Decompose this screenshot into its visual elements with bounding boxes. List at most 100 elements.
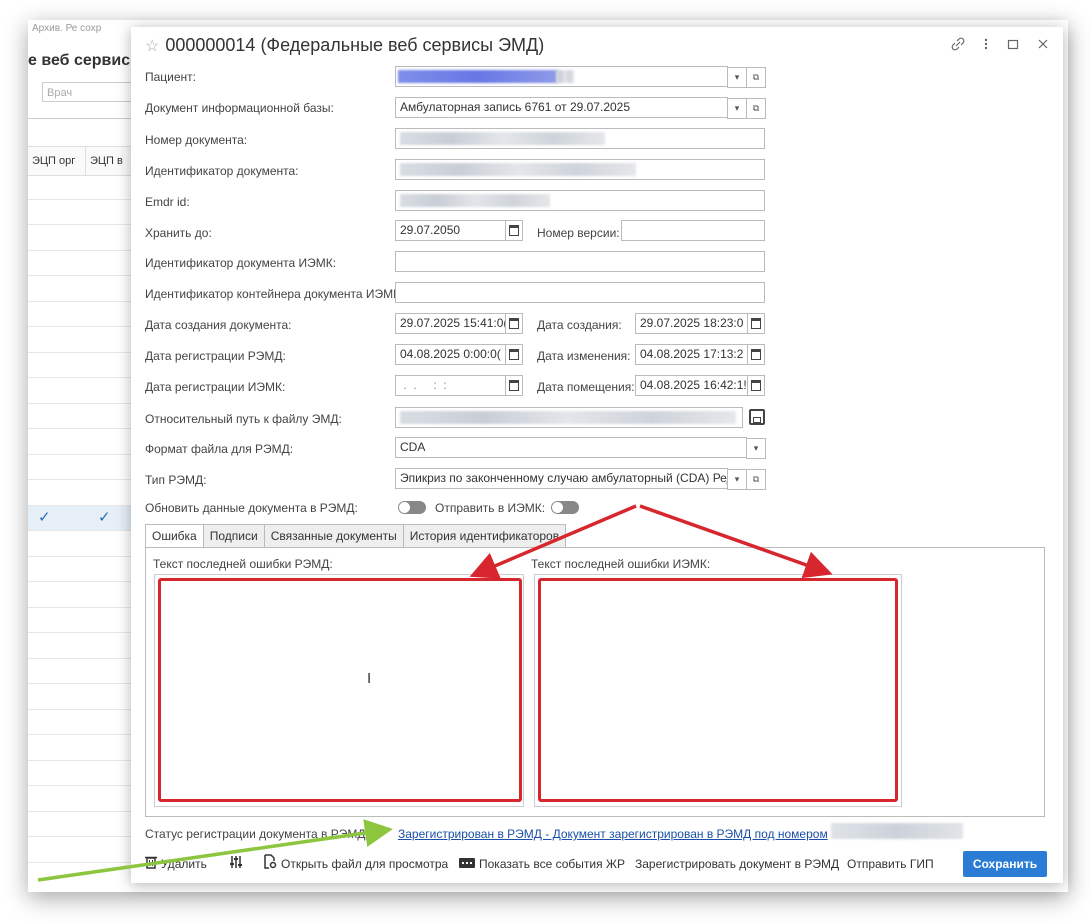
patient-field[interactable]	[395, 66, 728, 87]
table-row[interactable]	[28, 327, 132, 353]
path-field[interactable]	[395, 407, 743, 428]
table-row[interactable]	[28, 684, 132, 710]
calendar-icon[interactable]	[505, 221, 522, 240]
update-remd-toggle[interactable]	[398, 501, 426, 514]
type-field[interactable]: Эпикриз по законченному случаю амбулатор…	[395, 468, 728, 489]
delete-button[interactable]: Удалить	[145, 851, 207, 877]
tab-identifier-history[interactable]: История идентификаторов	[402, 524, 567, 547]
table-row[interactable]	[28, 302, 132, 327]
creation-date-field[interactable]: 29.07.2025 18:23:0	[635, 313, 765, 334]
doc-id-field[interactable]	[395, 159, 765, 180]
base-doc-dropdown-button[interactable]: ▾	[727, 98, 747, 119]
table-row[interactable]	[28, 174, 132, 200]
more-icon[interactable]	[983, 37, 989, 54]
update-remd-label: Обновить данные документа в РЭМД:	[145, 501, 358, 515]
remd-reg-field[interactable]: 04.08.2025 0:00:0(	[395, 344, 523, 365]
calendar-icon[interactable]	[747, 376, 764, 395]
iemk-reg-value: . . : :	[400, 378, 447, 392]
open-file-button[interactable]: Открыть файл для просмотра	[263, 851, 448, 877]
table-row[interactable]	[28, 531, 132, 557]
table-row[interactable]	[28, 608, 132, 633]
send-iemk-toggle[interactable]	[551, 501, 579, 514]
version-field[interactable]	[621, 220, 765, 241]
register-remd-button[interactable]: Зарегистрировать документ в РЭМД	[635, 851, 839, 877]
patient-dropdown-button[interactable]: ▾	[727, 67, 747, 88]
status-link[interactable]: Зарегистрирован в РЭМД - Документ зареги…	[398, 827, 828, 841]
placed-field[interactable]: 04.08.2025 16:42:1!	[635, 375, 765, 396]
table-row[interactable]	[28, 786, 132, 812]
table-row[interactable]	[28, 582, 132, 608]
column-header-doc-signature[interactable]: ЭЦП в	[86, 147, 132, 175]
calendar-icon[interactable]	[747, 345, 764, 364]
table-row[interactable]	[28, 378, 132, 404]
iemk-container-field[interactable]	[395, 282, 765, 303]
placed-value: 04.08.2025 16:42:1!	[640, 378, 747, 392]
doc-number-field[interactable]	[395, 128, 765, 149]
table-row[interactable]	[28, 837, 132, 863]
save-file-icon[interactable]	[749, 409, 765, 425]
patient-open-button[interactable]: ⧉	[746, 67, 766, 88]
delete-label: Удалить	[161, 857, 207, 871]
table-row[interactable]	[28, 200, 132, 225]
settings-button[interactable]	[229, 851, 247, 877]
table-row[interactable]	[28, 761, 132, 786]
table-row[interactable]	[28, 225, 132, 251]
check-icon: ✓	[38, 508, 51, 526]
link-icon[interactable]	[951, 37, 965, 54]
created-field[interactable]: 29.07.2025 15:41:0(	[395, 313, 523, 334]
type-open-button[interactable]: ⧉	[746, 469, 766, 490]
doctor-filter-input[interactable]: Врач	[42, 82, 132, 102]
base-doc-field[interactable]: Амбулаторная запись 6761 от 29.07.2025	[395, 97, 728, 118]
changed-field[interactable]: 04.08.2025 17:13:2	[635, 344, 765, 365]
calendar-icon[interactable]	[747, 314, 764, 333]
remd-reg-label: Дата регистрации РЭМД:	[145, 349, 286, 363]
show-events-button[interactable]: Показать все события ЖР	[459, 851, 625, 877]
sliders-icon	[229, 852, 243, 878]
table-row[interactable]	[28, 276, 132, 302]
doc-id-redacted	[400, 163, 636, 176]
emdr-id-redacted	[400, 194, 550, 207]
calendar-icon[interactable]	[505, 345, 522, 364]
remd-error-label: Текст последней ошибки РЭМД:	[153, 557, 333, 571]
table-row[interactable]	[28, 659, 132, 684]
emdr-id-field[interactable]	[395, 190, 765, 211]
table-row[interactable]	[28, 480, 132, 506]
base-doc-open-button[interactable]: ⧉	[746, 98, 766, 119]
iemk-container-label: Идентификатор контейнера документа ИЭМК:	[145, 287, 404, 301]
status-label: Статус регистрации документа в РЭМД:	[145, 827, 369, 841]
save-button[interactable]: Сохранить	[963, 851, 1047, 877]
keep-until-field[interactable]: 29.07.2050	[395, 220, 523, 241]
calendar-icon[interactable]	[505, 376, 522, 395]
maximize-icon[interactable]	[1007, 37, 1019, 54]
table-row[interactable]	[28, 251, 132, 276]
star-icon[interactable]: ☆	[145, 38, 159, 55]
doc-number-redacted	[400, 132, 605, 145]
table-row[interactable]	[28, 429, 132, 455]
iemk-doc-id-field[interactable]	[395, 251, 765, 272]
send-gip-button[interactable]: Отправить ГИП	[847, 851, 934, 877]
table-row[interactable]	[28, 557, 132, 582]
error-tab-panel: Текст последней ошибки РЭМД: Текст после…	[145, 547, 1045, 817]
tab-error[interactable]: Ошибка	[145, 524, 204, 548]
iemk-reg-field[interactable]: . . : :	[395, 375, 523, 396]
table-row[interactable]	[28, 455, 132, 480]
type-dropdown-button[interactable]: ▾	[727, 469, 747, 490]
table-row[interactable]	[28, 710, 132, 735]
open-file-label: Открыть файл для просмотра	[281, 857, 449, 871]
table-row[interactable]	[28, 812, 132, 837]
table-row-selected[interactable]: ✓ ✓	[28, 505, 132, 531]
dialog-title: 000000014 (Федеральные веб сервисы ЭМД)	[165, 35, 545, 55]
table-row[interactable]	[28, 735, 132, 761]
format-field[interactable]: CDA	[395, 437, 747, 458]
tab-bar: Ошибка Подписи Связанные документы Истор…	[145, 524, 567, 548]
close-icon[interactable]	[1037, 37, 1049, 54]
table-row[interactable]	[28, 633, 132, 659]
calendar-icon[interactable]	[505, 314, 522, 333]
table-row[interactable]	[28, 404, 132, 429]
tab-related-documents[interactable]: Связанные документы	[263, 524, 404, 547]
changed-label: Дата изменения:	[537, 349, 631, 363]
tab-signatures[interactable]: Подписи	[202, 524, 265, 547]
table-row[interactable]	[28, 353, 132, 378]
column-header-org-signature[interactable]: ЭЦП орг	[28, 147, 86, 175]
format-dropdown-button[interactable]: ▾	[746, 438, 766, 459]
